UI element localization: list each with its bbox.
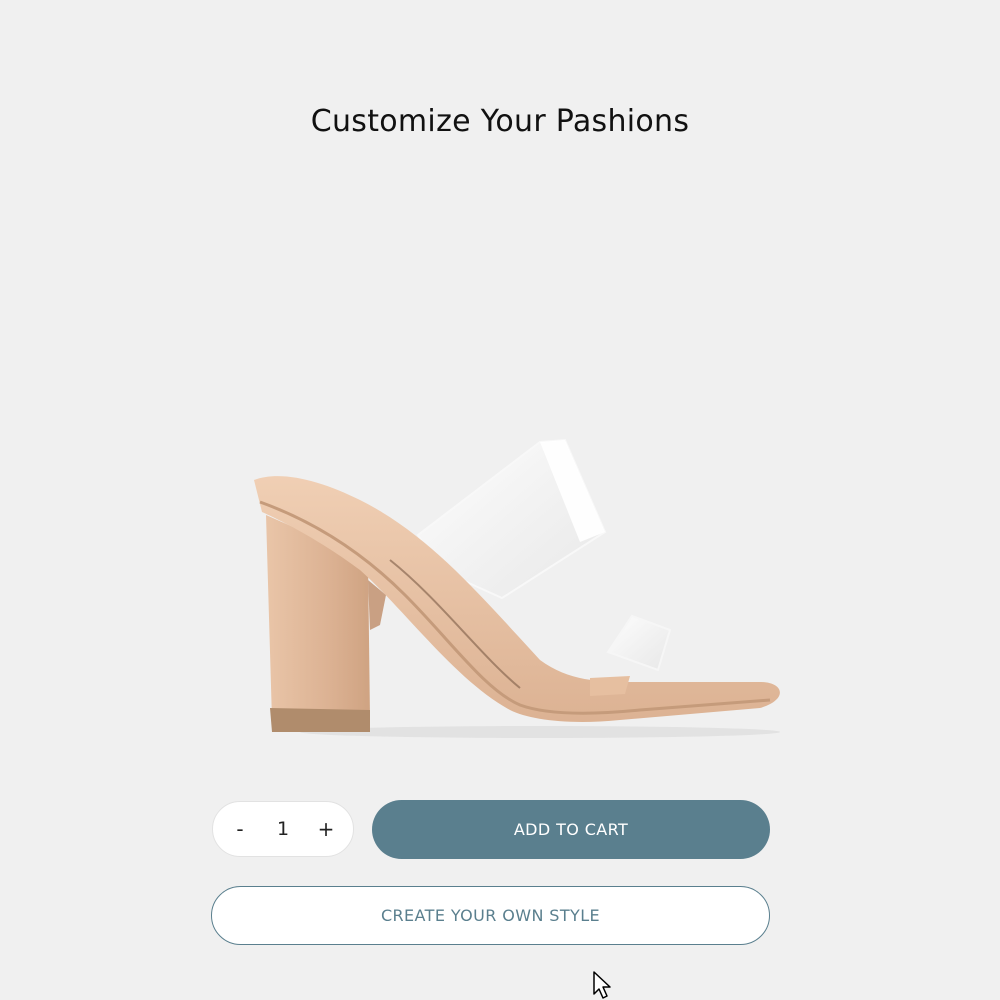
quantity-input[interactable] <box>261 817 305 841</box>
increment-button[interactable]: + <box>311 809 341 849</box>
create-your-own-style-button[interactable]: CREATE YOUR OWN STYLE <box>211 886 770 945</box>
mouse-cursor-icon <box>593 971 611 999</box>
page-title: Customize Your Pashions <box>310 104 690 139</box>
quantity-stepper: - + <box>212 801 354 857</box>
product-page: Customize Your Pashions - 1 + ADD TO CAR… <box>0 0 1000 1000</box>
heel-sandal-image <box>254 438 780 738</box>
decrement-button[interactable]: - <box>225 809 255 849</box>
add-to-cart-button[interactable]: ADD TO CART <box>372 800 770 859</box>
